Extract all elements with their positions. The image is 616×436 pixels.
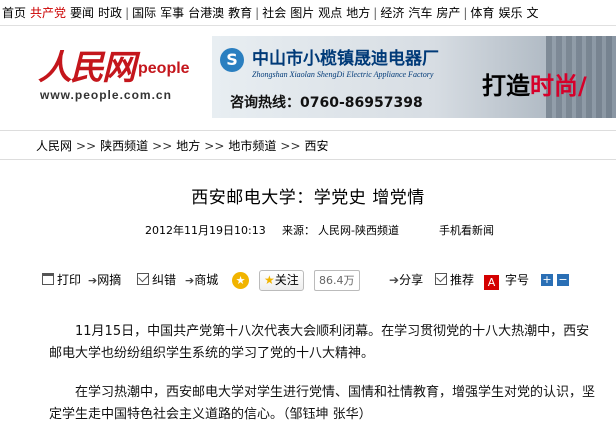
font-increase-button[interactable]: + (541, 274, 553, 286)
people-logo[interactable]: 人民网 people www.people.com.cn (28, 40, 208, 114)
nav-item[interactable]: 军事 (158, 0, 186, 25)
article-paragraph: 在学习热潮中，西安邮电大学对学生进行党情、国情和社情教育，增强学生对党的认识，坚… (49, 385, 596, 422)
nav-item[interactable]: 文 (524, 0, 540, 25)
nav-item[interactable]: 房产 (434, 0, 462, 25)
logo-en-text: people (138, 60, 190, 77)
breadcrumb-separator: >> (204, 139, 225, 153)
star-icon: ★ (264, 273, 275, 287)
article-title: 西安邮电大学：学党史 增党情 (191, 188, 425, 208)
breadcrumb-separator: >> (76, 139, 97, 153)
share-arrow-icon: ➔ (389, 273, 400, 287)
ad-hotline: 咨询热线：0760-86957398 (230, 95, 423, 111)
arrow-right-icon: ➔ (88, 274, 98, 287)
nav-item[interactable]: 共产党 (28, 0, 68, 25)
recommend-button[interactable]: 推荐 (435, 266, 474, 294)
nav-item[interactable]: 首页 (0, 0, 28, 25)
share-button[interactable]: ➔分享 (389, 266, 423, 294)
mall-label: 商城 (194, 273, 219, 287)
ad-slogan: 打造时尚/ (482, 66, 587, 101)
logo-url: www.people.com.cn (40, 88, 172, 102)
star-badge-icon[interactable]: ★ (232, 272, 249, 289)
font-size-control: A 字号 (484, 266, 529, 294)
nav-item[interactable]: 台港澳 (186, 0, 226, 25)
correction-label: 纠错 (152, 273, 177, 287)
correction-button[interactable]: 纠错 (137, 266, 176, 294)
article-meta: 2012年11月19日10:13 来源： 人民网-陕西频道 手机看新闻 (0, 222, 616, 240)
mail-icon (137, 273, 149, 285)
nav-item[interactable]: 时政 (96, 0, 124, 25)
follow-count: 86.4万 (314, 270, 360, 291)
breadcrumb-link[interactable]: 地方 (176, 139, 200, 153)
nav-item[interactable]: 体育 (468, 0, 496, 25)
breadcrumb-link[interactable]: 人民网 (36, 139, 72, 153)
mall-button[interactable]: ➔商城 (185, 266, 218, 294)
advertisement-banner[interactable]: S 中山市小榄镇晟迪电器厂 Zhongshan Xiaolan ShengDi … (212, 36, 616, 118)
company-logo-icon: S (220, 48, 244, 72)
ad-slogan-highlight: 时尚/ (530, 72, 587, 100)
nav-item[interactable]: 汽车 (406, 0, 434, 25)
article-paragraph: 11月15日，中国共产党第十八次代表大会顺利闭幕。在学习贯彻党的十八大热潮中，西… (49, 324, 590, 361)
ad-company-name: 中山市小榄镇晟迪电器厂 (252, 49, 439, 69)
source-link[interactable]: 人民网-陕西频道 (318, 222, 399, 238)
follow-label: 关注 (274, 273, 299, 287)
print-button[interactable]: 打印 (42, 266, 81, 294)
nav-item[interactable]: 地方 (344, 0, 372, 25)
nav-item[interactable]: 教育 (226, 0, 254, 25)
font-a-icon: A (484, 275, 499, 290)
share-label: 分享 (399, 273, 424, 287)
net-excerpt-button[interactable]: ➔网摘 (88, 266, 121, 294)
article-toolbar: 打印 ➔网摘 纠错 ➔商城 ★ ★关注 86.4万 ➔分享 推荐 A 字号 + − (0, 266, 616, 294)
net-excerpt-label: 网摘 (97, 273, 122, 287)
print-label: 打印 (57, 273, 82, 287)
breadcrumb-link[interactable]: 西安 (305, 139, 329, 153)
nav-item[interactable]: 国际 (130, 0, 158, 25)
nav-item[interactable]: 要闻 (68, 0, 96, 25)
breadcrumb: 人民网 >> 陕西频道 >> 地方 >> 地市频道 >> 西安 (0, 130, 616, 160)
top-navigation: 首页 共产党 要闻 时政 | 国际 军事 台港澳 教育 | 社会 图片 观点 地方 | 经济 汽车 房产 | 体育 娱乐… (0, 0, 616, 26)
recommend-label: 推荐 (450, 273, 475, 287)
breadcrumb-link[interactable]: 陕西频道 (100, 139, 148, 153)
font-decrease-button[interactable]: − (557, 274, 569, 286)
mobile-news-link[interactable]: 手机看新闻 (439, 222, 494, 238)
source-label: 来源： (282, 224, 315, 237)
site-header: 人民网 people www.people.com.cn S 中山市小榄镇晟迪电… (0, 26, 616, 122)
ad-company-en: Zhongshan Xiaolan ShengDi Electric Appli… (252, 70, 434, 79)
mail-icon (435, 273, 447, 285)
logo-cn-text: 人民网 (38, 48, 136, 88)
nav-item[interactable]: 社会 (260, 0, 288, 25)
breadcrumb-link[interactable]: 地市频道 (228, 139, 276, 153)
breadcrumb-separator: >> (280, 139, 301, 153)
nav-item[interactable]: 图片 (288, 0, 316, 25)
font-size-label: 字号 (505, 273, 530, 287)
ad-slogan-prefix: 打造 (482, 72, 530, 100)
publish-date: 2012年11月19日10:13 (145, 224, 266, 237)
breadcrumb-separator: >> (152, 139, 173, 153)
arrow-right-icon: ➔ (185, 274, 195, 287)
follow-button[interactable]: ★关注 (259, 270, 304, 291)
nav-item[interactable]: 娱乐 (496, 0, 524, 25)
nav-item[interactable]: 观点 (316, 0, 344, 25)
nav-item[interactable]: 经济 (378, 0, 406, 25)
print-icon (42, 273, 54, 285)
